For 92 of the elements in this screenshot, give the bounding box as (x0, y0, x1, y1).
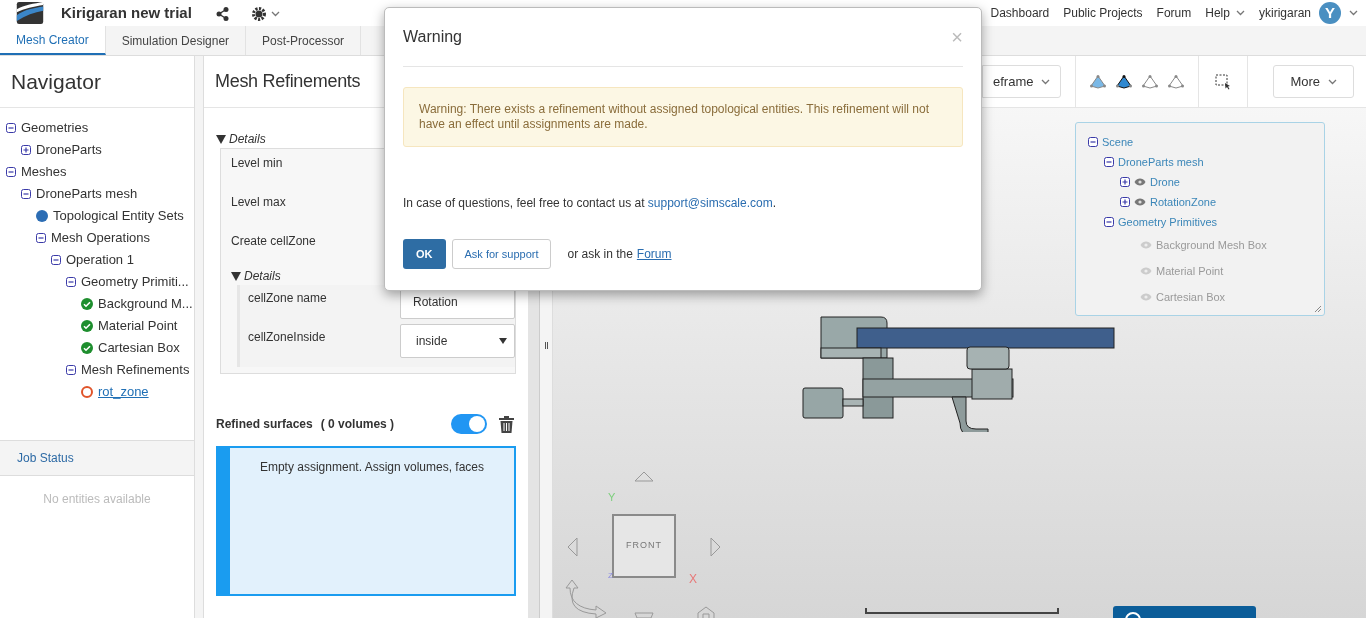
user-avatar[interactable]: Y (1319, 2, 1341, 24)
tab[interactable]: Simulation Designer (105, 26, 247, 55)
chevron-icon (270, 10, 280, 17)
project-title: Kirigaran new trial (61, 4, 192, 22)
forum-link[interactable]: Forum (636, 245, 672, 263)
toggle-switch[interactable] (451, 414, 487, 434)
chevron-icon (1349, 10, 1358, 16)
box-select-icon[interactable] (1215, 73, 1232, 90)
tree-item[interactable]: Geometry Primiti... (81, 272, 189, 292)
tree-item[interactable]: Mesh Operations (51, 228, 150, 248)
nav-link[interactable]: Public Projects (1063, 4, 1143, 22)
mesh-view-icon[interactable] (1116, 74, 1133, 89)
view-cube[interactable]: FRONT (612, 514, 676, 578)
caret-icon (499, 338, 507, 344)
collapse-icon[interactable] (6, 167, 16, 177)
check-circle-icon (81, 342, 93, 354)
nav-link[interactable]: Forum (1156, 4, 1192, 22)
collapse-icon[interactable] (1104, 157, 1114, 167)
email-link[interactable]: support@simscale.com (647, 196, 773, 210)
eye-icon[interactable] (1134, 178, 1146, 186)
scale-bar-icon (865, 608, 1059, 614)
field-label: Level max (231, 195, 286, 209)
forum-text: or ask in the (567, 246, 633, 263)
tree-item[interactable]: Topological Entity Sets (53, 206, 184, 226)
section-label: Refined surfaces (216, 416, 313, 433)
volume-count: ( 0 volumes ) (320, 416, 395, 433)
dialog-title: Warning (403, 27, 462, 47)
resize-handle-icon[interactable] (1314, 305, 1322, 313)
collapse-icon[interactable] (21, 189, 31, 199)
panel-title: Mesh Refinements (215, 70, 361, 93)
collapse-icon[interactable] (1088, 137, 1098, 147)
trash-icon[interactable] (499, 415, 514, 433)
axis-label: X (689, 571, 697, 588)
splitter-handle[interactable] (544, 342, 548, 349)
logo-icon[interactable] (15, 2, 45, 24)
scene-tree-item[interactable]: Drone (1150, 173, 1180, 191)
tree-item[interactable]: Geometries (21, 118, 89, 138)
tree-item[interactable]: DroneParts (36, 140, 102, 160)
tab[interactable]: Post-Processor (246, 26, 362, 55)
nav-link[interactable]: Help (1205, 4, 1230, 22)
tree-item[interactable]: Background M... (98, 294, 193, 314)
collapse-icon[interactable] (51, 255, 61, 265)
user-name[interactable]: ykirigaran (1258, 4, 1311, 22)
scene-tree-item[interactable]: DroneParts mesh (1118, 153, 1204, 171)
tree-item[interactable]: rot_zone (98, 382, 149, 402)
axis-label: Y (608, 490, 616, 505)
tree-item[interactable]: DroneParts mesh (36, 184, 138, 204)
eye-icon[interactable] (1134, 198, 1146, 206)
axis-label: Z (608, 570, 613, 582)
check-circle-icon (81, 320, 93, 332)
support-button[interactable]: Ask for support (451, 239, 552, 269)
share-icon[interactable] (215, 7, 229, 21)
tree-item[interactable]: Mesh Refinements (81, 360, 190, 380)
collapse-icon[interactable] (36, 233, 46, 243)
select-field[interactable]: inside (400, 324, 515, 358)
collapse-icon[interactable] (6, 123, 16, 133)
field-label: Create cellZone (231, 234, 316, 248)
nav-link[interactable]: Dashboard (990, 4, 1050, 22)
scene-tree-item[interactable]: Geometry Primitives (1118, 213, 1218, 231)
view-mode-button[interactable]: eframe (982, 65, 1062, 98)
empty-message: No entities available (42, 491, 152, 508)
collapse-icon[interactable] (66, 277, 76, 287)
expand-icon[interactable] (21, 145, 31, 155)
warning-message: Warning: There exists a refinement without assigned topological entities. This refinement will not have an effect until assignments are made. (419, 102, 931, 132)
field-label: cellZone name (248, 290, 327, 307)
check-circle-icon (81, 298, 93, 310)
tree-item[interactable]: Material Point (98, 316, 178, 336)
tree-item[interactable]: Operation 1 (66, 250, 134, 270)
chevron-icon (1041, 78, 1051, 85)
chevron-icon (1235, 10, 1245, 16)
scene-tree-item[interactable]: RotationZone (1150, 193, 1217, 211)
gear-icon[interactable] (250, 5, 267, 22)
more-button[interactable]: More (1273, 65, 1354, 98)
collapse-icon[interactable] (1104, 217, 1114, 227)
tab[interactable]: Mesh Creator (0, 26, 106, 55)
section-label[interactable]: Details (229, 130, 266, 148)
contact-message: In case of questions, feel free to contact us at support@simscale.com. (403, 195, 778, 212)
expand-icon[interactable] (1120, 177, 1130, 187)
chevron-icon (1328, 78, 1337, 85)
tree-item[interactable]: Meshes (21, 162, 67, 182)
scene-tree-item[interactable]: Scene (1102, 133, 1134, 151)
panel-title: Navigator (11, 68, 101, 95)
tree-item[interactable]: Cartesian Box (98, 338, 180, 358)
assignment-box[interactable]: Empty assignment. Assign volumes, faces (216, 446, 516, 596)
field-label: cellZoneInside (248, 329, 326, 346)
expand-icon[interactable] (1120, 197, 1130, 207)
assignment-message: Empty assignment. Assign volumes, faces (259, 459, 485, 476)
ok-button[interactable]: OK (403, 239, 446, 269)
section-label[interactable]: Details (244, 267, 281, 285)
section-title: Job Status (17, 450, 74, 467)
collapse-icon[interactable] (66, 365, 76, 375)
field-label: Level min (231, 156, 283, 170)
